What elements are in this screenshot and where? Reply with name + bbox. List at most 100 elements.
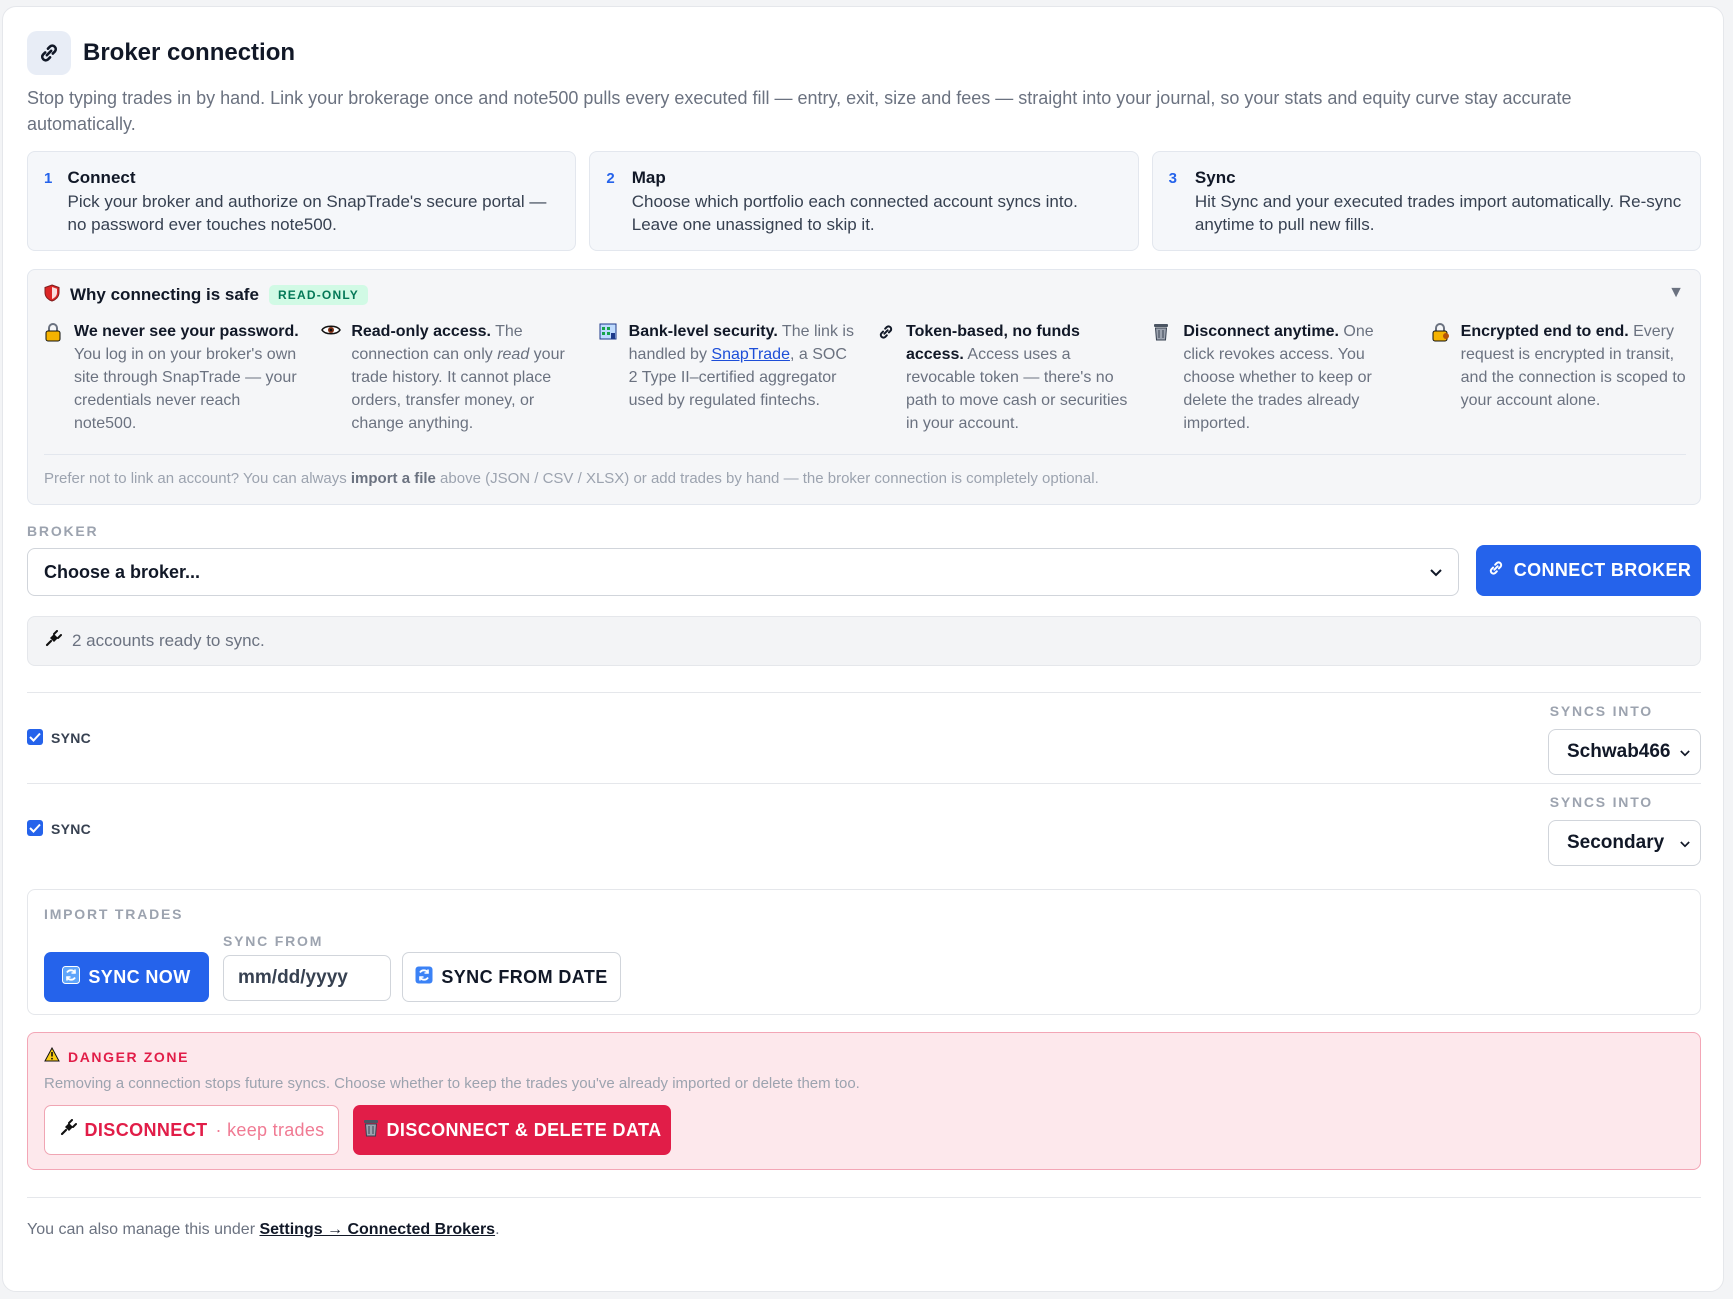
bank-icon xyxy=(599,320,629,435)
step-desc: Hit Sync and your executed trades import… xyxy=(1194,192,1682,234)
portfolio-select[interactable]: Schwab466 xyxy=(1548,729,1701,775)
feature-desc: You log in on your broker's own site thr… xyxy=(74,346,297,432)
safety-panel: Why connecting is safe READ-ONLY ▼ We ne… xyxy=(27,269,1701,505)
trash-icon xyxy=(363,1118,387,1142)
step-desc: Pick your broker and authorize on SnapTr… xyxy=(67,192,547,234)
step-title: Sync xyxy=(1194,168,1236,187)
disconnect-label: DISCONNECT xyxy=(84,1119,208,1140)
read-only-badge: READ-ONLY xyxy=(268,285,368,305)
step-connect: 1 Connect Pick your broker and authorize… xyxy=(27,151,577,251)
step-title: Map xyxy=(631,168,666,187)
footnote-text: Prefer not to link an account? You can a… xyxy=(44,470,351,487)
lock-key-icon xyxy=(1431,320,1461,435)
danger-desc: Removing a connection stops future syncs… xyxy=(44,1075,860,1092)
sync-now-label: SYNC NOW xyxy=(88,966,191,987)
broker-connection-card: Broker connection Stop typing trades in … xyxy=(2,6,1724,1292)
portfolio-select-value: Secondary xyxy=(1567,832,1665,853)
sync-from-label: SYNC FROM xyxy=(223,933,324,949)
disconnect-delete-button[interactable]: DISCONNECT & DELETE DATA xyxy=(353,1105,671,1155)
sync-from-date-button[interactable]: SYNC FROM DATE xyxy=(402,952,621,1002)
feature-disconnect: Disconnect anytime. One click revokes ac… xyxy=(1153,320,1408,435)
danger-header: DANGER ZONE xyxy=(44,1046,190,1067)
header: Broker connection xyxy=(27,31,295,75)
feature-emphasis: read xyxy=(497,346,530,363)
refresh-icon xyxy=(415,966,441,989)
warning-icon xyxy=(44,1046,60,1067)
sync-from-date-input[interactable]: mm/dd/yyyy xyxy=(223,955,391,1001)
disconnect-keep-button[interactable]: DISCONNECT · keep trades xyxy=(44,1105,339,1155)
trash-icon xyxy=(1153,320,1183,435)
lock-icon xyxy=(44,320,74,435)
keep-trades-note: · keep trades xyxy=(215,1119,325,1140)
broker-label: BROKER xyxy=(27,523,99,539)
plug-icon xyxy=(44,629,72,653)
sync-checkbox[interactable] xyxy=(27,820,43,836)
chevron-down-icon xyxy=(1430,564,1442,580)
portfolio-select-value: Schwab466 xyxy=(1567,741,1671,762)
refresh-icon xyxy=(62,965,88,989)
collapse-caret-icon[interactable]: ▼ xyxy=(1668,284,1684,302)
feature-encrypted: Encrypted end to end. Every request is e… xyxy=(1431,320,1686,435)
link-icon xyxy=(1486,558,1514,583)
feature-password: We never see your password. You log in o… xyxy=(44,320,299,435)
sync-from-date-label: SYNC FROM DATE xyxy=(441,966,608,987)
safety-title: Why connecting is safe xyxy=(70,285,259,304)
feature-title: Bank-level security. xyxy=(628,323,778,340)
date-placeholder: mm/dd/yyyy xyxy=(238,967,348,988)
feature-title: We never see your password. xyxy=(74,323,299,340)
step-number: 1 xyxy=(44,170,53,187)
portfolio-select[interactable]: Secondary xyxy=(1548,820,1701,866)
link-icon xyxy=(27,31,71,75)
settings-connected-brokers-link[interactable]: Settings → Connected Brokers xyxy=(259,1221,495,1238)
import-file-hint: import a file xyxy=(350,470,436,487)
broker-select-value: Choose a broker... xyxy=(44,561,201,582)
danger-zone: DANGER ZONE Removing a connection stops … xyxy=(27,1032,1701,1170)
chevron-down-icon xyxy=(1680,832,1690,854)
page-title: Broker connection xyxy=(83,39,296,66)
safety-header[interactable]: Why connecting is safe READ-ONLY xyxy=(44,282,368,308)
disconnect-delete-label: DISCONNECT & DELETE DATA xyxy=(386,1119,662,1140)
step-number: 2 xyxy=(606,170,615,187)
divider xyxy=(44,454,1686,455)
import-trades-label: IMPORT TRADES xyxy=(44,906,184,922)
import-trades-panel: IMPORT TRADES SYNC FROM SYNC NOW mm/dd/y… xyxy=(27,889,1701,1015)
divider xyxy=(27,1197,1701,1198)
sync-label: SYNC xyxy=(51,730,92,746)
step-title: Connect xyxy=(67,168,136,187)
sync-now-button[interactable]: SYNC NOW xyxy=(44,952,209,1002)
plug-icon xyxy=(59,1118,85,1142)
footer-text: You can also manage this under xyxy=(27,1221,260,1238)
syncs-into-label: SYNCS INTO xyxy=(1549,794,1653,810)
footnote-text: above (JSON / CSV / XLSX) or add trades … xyxy=(435,470,1099,487)
shield-icon xyxy=(44,283,60,307)
sync-checkbox[interactable] xyxy=(27,729,43,745)
safety-features: We never see your password. You log in o… xyxy=(44,320,1686,435)
feature-title: Read-only access. xyxy=(351,323,491,340)
chevron-down-icon xyxy=(1680,741,1690,763)
step-map: 2 Map Choose which portfolio each connec… xyxy=(589,151,1139,251)
feature-bank-security: Bank-level security. The link is handled… xyxy=(599,320,854,435)
syncs-into-label: SYNCS INTO xyxy=(1549,703,1653,719)
broker-select[interactable]: Choose a broker... xyxy=(27,548,1459,596)
snaptrade-link[interactable]: SnapTrade xyxy=(711,346,790,363)
danger-title: DANGER ZONE xyxy=(68,1049,190,1065)
step-desc: Choose which portfolio each connected ac… xyxy=(631,192,1078,234)
account-row: SYNC SYNCS INTO Schwab466 xyxy=(27,693,1701,783)
sync-label: SYNC xyxy=(51,821,92,837)
step-number: 3 xyxy=(1168,170,1177,187)
eye-icon xyxy=(321,320,351,435)
feature-title: Disconnect anytime. xyxy=(1183,323,1339,340)
status-bar: 2 accounts ready to sync. xyxy=(27,616,1701,666)
safety-footnote: Prefer not to link an account? You can a… xyxy=(44,470,1099,487)
feature-read-only: Read-only access. The connection can onl… xyxy=(321,320,576,435)
connect-broker-button[interactable]: CONNECT BROKER xyxy=(1476,545,1701,596)
footer-note: You can also manage this under Settings … xyxy=(27,1221,500,1239)
steps: 1 Connect Pick your broker and authorize… xyxy=(27,151,1701,251)
feature-token: Token-based, no funds access. Access use… xyxy=(876,320,1131,435)
connect-broker-label: CONNECT BROKER xyxy=(1513,560,1692,580)
intro-text: Stop typing trades in by hand. Link your… xyxy=(27,88,1572,134)
account-row: SYNC SYNCS INTO Secondary xyxy=(27,784,1701,874)
link-icon xyxy=(876,320,906,435)
step-sync: 3 Sync Hit Sync and your executed trades… xyxy=(1151,151,1701,251)
feature-title: Encrypted end to end. xyxy=(1460,323,1629,340)
